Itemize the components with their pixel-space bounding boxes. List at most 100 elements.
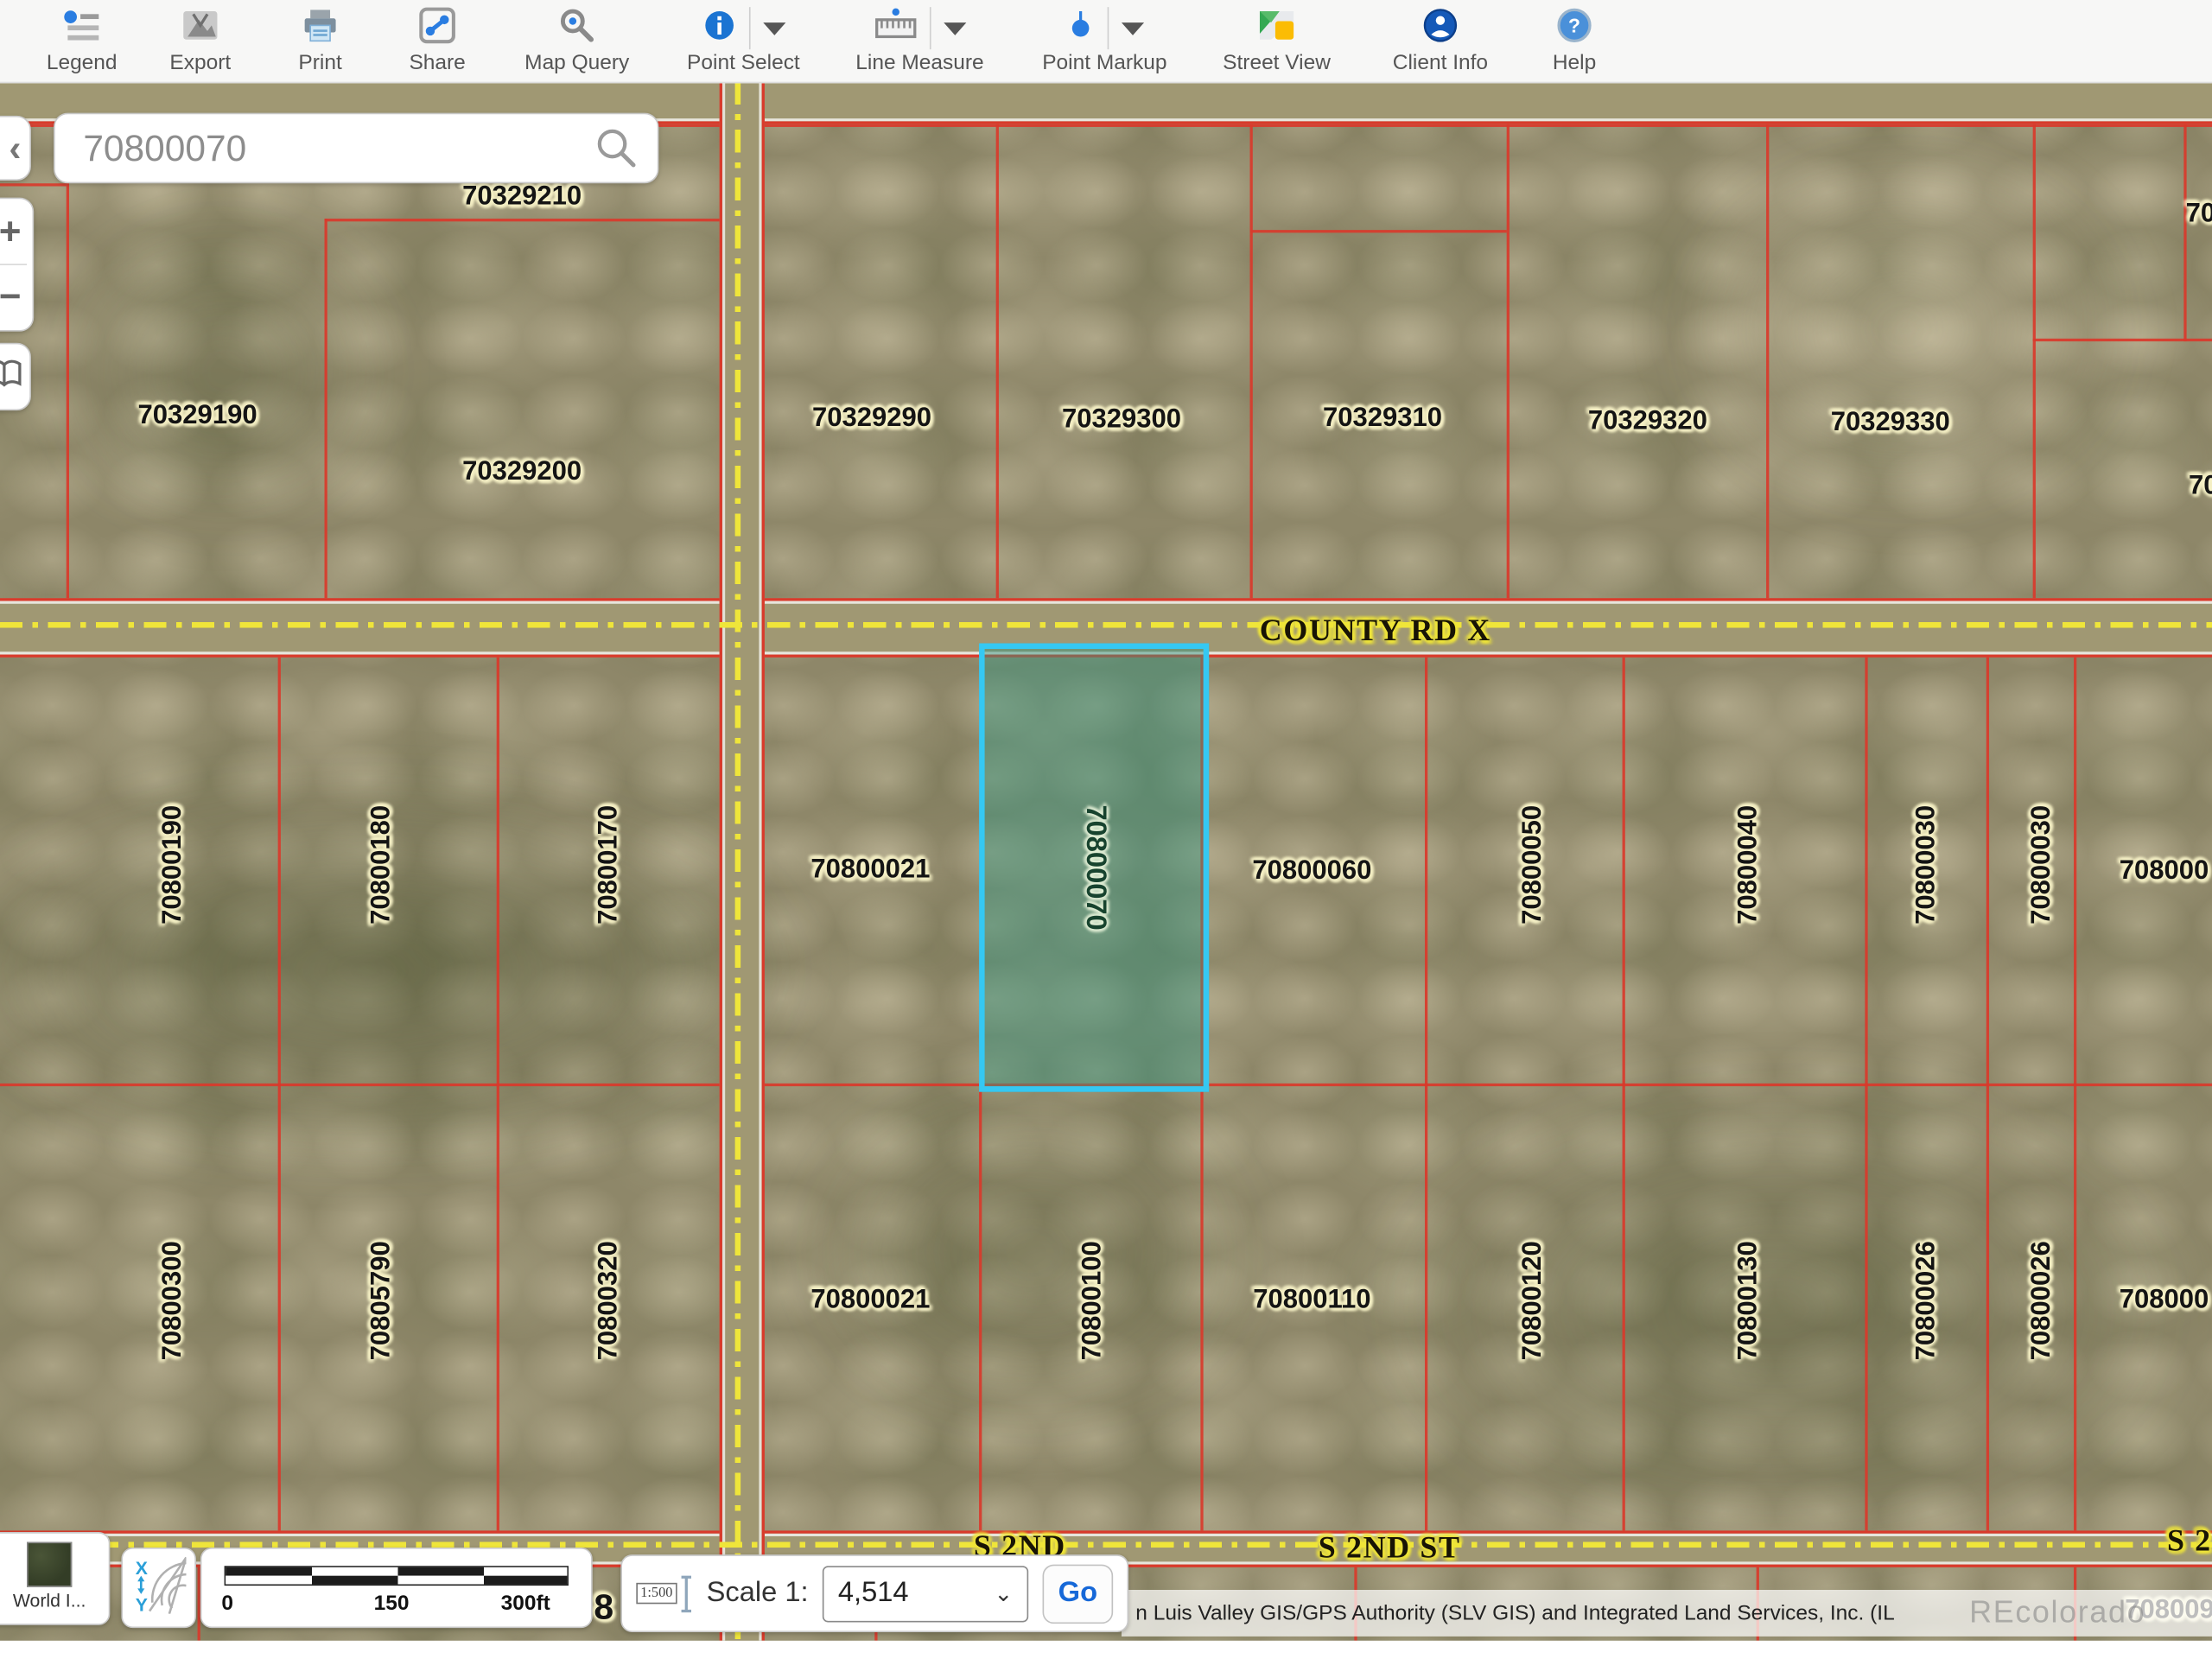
map-query-icon	[559, 6, 595, 50]
toolbar-label: Client Info	[1370, 51, 1510, 76]
toolbar-map-query[interactable]: Map Query	[506, 0, 647, 82]
search-input[interactable]	[80, 124, 595, 171]
parcel-label: 70329210	[462, 182, 582, 213]
watermark: REcolorado	[1969, 1594, 2145, 1630]
scale-tick: 0	[221, 1592, 233, 1616]
parcel-label: 70800026	[1911, 1241, 1942, 1360]
parcel-label: 70800026	[2027, 1241, 2058, 1360]
parcel-label: 70800120	[1518, 1241, 1549, 1360]
toolbar-label: Point Select	[645, 51, 842, 76]
parcel-label: 70329310	[1323, 404, 1442, 435]
selected-parcel-label: 70800070	[1077, 804, 1110, 930]
scale-bar-graphic	[225, 1566, 569, 1586]
line-measure-icon	[874, 6, 916, 50]
parcel-label: 8	[594, 1588, 613, 1629]
point-markup-icon	[1065, 8, 1094, 48]
zoom-out-button[interactable]: −	[0, 264, 33, 328]
svg-text:?: ?	[1568, 14, 1580, 36]
parcel-label: 70800030	[1911, 805, 1942, 925]
zoom-in-button[interactable]: +	[0, 199, 33, 264]
toolbar-label: Share	[381, 51, 494, 76]
parcel-label: 70329290	[812, 404, 931, 435]
toolbar-label: Line Measure	[821, 51, 1019, 76]
scale-tick: 300ft	[501, 1592, 550, 1616]
parcel-label: 70329190	[138, 401, 257, 432]
toolbar-point-select[interactable]: Point Select	[645, 0, 842, 82]
zoom-control: + −	[0, 198, 34, 332]
toolbar: Legend Export Print Share Map Query	[0, 0, 2212, 83]
toolbar-label: Street View	[1206, 51, 1347, 76]
divider	[929, 7, 931, 49]
toolbar-help[interactable]: ? Help	[1518, 0, 1631, 82]
toolbar-legend[interactable]: Legend	[25, 0, 138, 82]
gis-viewer: 70329210 70329190 70329200 70329290 70329300…	[0, 0, 2212, 1659]
toolbar-print[interactable]: Print	[264, 0, 377, 82]
divider	[1107, 7, 1109, 49]
chevron-down-icon[interactable]	[943, 22, 965, 35]
toolbar-point-markup[interactable]: Point Markup	[1006, 0, 1204, 82]
legend-icon	[62, 8, 102, 48]
search-box	[54, 113, 658, 184]
parcel-label: 70329200	[462, 457, 582, 488]
attribution-text: n Luis Valley GIS/GPS Authority (SLV GIS…	[1122, 1601, 1895, 1625]
toolbar-label: Point Markup	[1006, 51, 1204, 76]
chevron-down-icon[interactable]	[1121, 22, 1143, 35]
road-vertical	[720, 82, 765, 1641]
parcel-label: 70329330	[1831, 408, 1950, 439]
parcel-label: 70800110	[1253, 1285, 1370, 1316]
basemap-switcher[interactable]: World I...	[0, 1532, 110, 1625]
svg-text:X: X	[135, 1559, 147, 1579]
bottom-margin	[0, 1641, 2212, 1659]
parcel-label: 70800300	[158, 1241, 189, 1360]
toolbar-client-info[interactable]: Client Info	[1370, 0, 1510, 82]
svg-text:Y: Y	[135, 1595, 147, 1613]
chevron-down-icon: ⌄	[994, 1580, 1013, 1608]
toolbar-line-measure[interactable]: Line Measure	[821, 0, 1019, 82]
toolbar-share[interactable]: Share	[381, 0, 494, 82]
xy-grid-icon: X Y	[132, 1554, 186, 1621]
scale-select[interactable]: 4,514 ⌄	[823, 1565, 1028, 1621]
parcel-label: 70800021	[810, 1285, 930, 1316]
scale-bar: 0 150 300ft	[200, 1548, 593, 1628]
basemap-label: World I...	[0, 1590, 109, 1611]
centerline-county-rd-x	[0, 622, 2212, 628]
collapse-search-button[interactable]: ‹	[0, 116, 31, 181]
parcel-label: 70800050	[1518, 805, 1549, 925]
search-icon[interactable]	[595, 127, 638, 169]
parcel-label: 70800030	[2027, 805, 2058, 925]
parcel-label: 70329300	[1062, 405, 1181, 436]
street-view-icon	[1257, 8, 1297, 48]
parcel-label: 708000	[2120, 1285, 2209, 1316]
toolbar-label: Map Query	[506, 51, 647, 76]
help-icon: ?	[1556, 6, 1592, 50]
parcel-label: 70800021	[810, 855, 930, 886]
chevron-down-icon[interactable]	[762, 22, 785, 35]
selected-parcel[interactable]: 70800070	[979, 643, 1209, 1091]
road-label: S 2	[2167, 1522, 2212, 1559]
parcel-label: 70	[2186, 199, 2212, 230]
scale-input-panel: 1:500 Scale 1: 4,514 ⌄ Go	[620, 1554, 1128, 1632]
coordinate-grid-button[interactable]: X Y	[121, 1548, 196, 1628]
export-icon	[182, 8, 219, 48]
toolbar-street-view[interactable]: Street View	[1206, 0, 1347, 82]
parcel-label: 70800190	[158, 805, 189, 925]
parcel-label: 70800040	[1734, 805, 1765, 925]
parcel-label: 70	[2189, 471, 2212, 502]
scale-label: Scale 1:	[707, 1577, 809, 1610]
parcel-label: 70800320	[594, 1241, 625, 1360]
scale-tick: 150	[374, 1592, 410, 1616]
go-button[interactable]: Go	[1043, 1564, 1114, 1624]
toolbar-label: Help	[1518, 51, 1631, 76]
toolbar-label: Export	[144, 51, 257, 76]
toolbar-export[interactable]: Export	[144, 0, 257, 82]
parcel-label: 70800060	[1252, 856, 1371, 887]
bookmarks-button[interactable]	[0, 343, 31, 410]
parcel-label: 708000	[2120, 856, 2209, 887]
share-icon	[419, 6, 455, 50]
scale-ratio-icon: 1:500	[636, 1573, 692, 1615]
parcel-label: 70800170	[594, 805, 625, 925]
print-icon	[302, 8, 338, 48]
divider	[748, 7, 750, 49]
point-select-icon	[702, 8, 735, 48]
client-info-icon	[1422, 6, 1459, 50]
